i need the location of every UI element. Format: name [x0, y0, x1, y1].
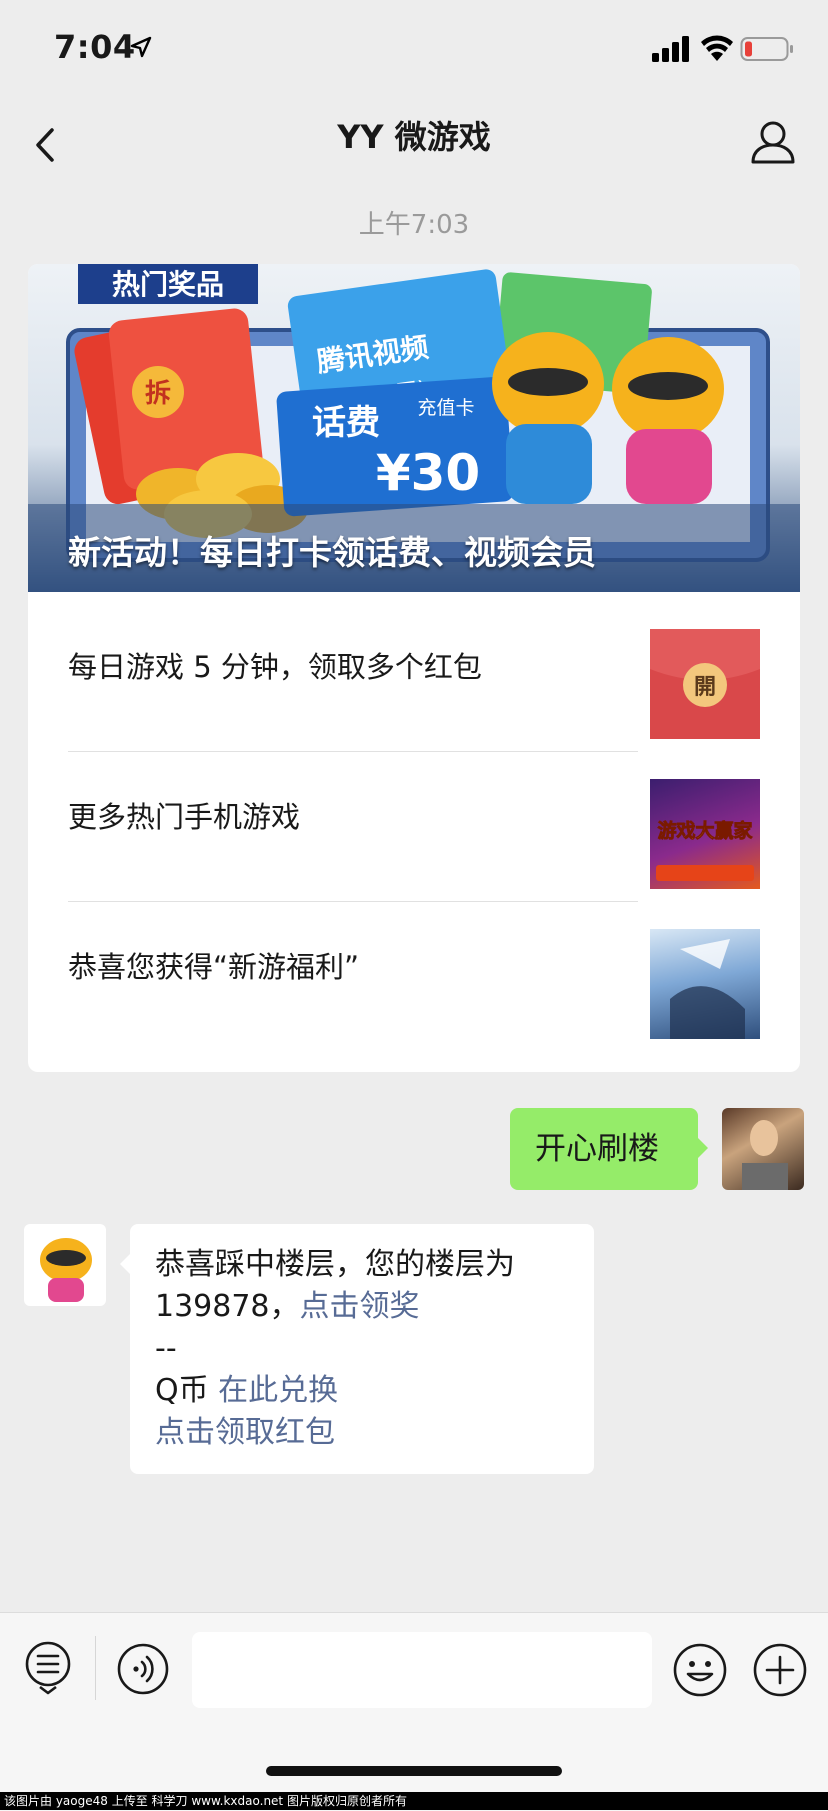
banner-recharge: 充值卡: [417, 397, 474, 419]
article-item-new-game-welfare[interactable]: 恭喜您获得“新游福利”: [28, 892, 800, 1042]
article-item-title: 每日游戏 5 分钟，领取多个红包: [68, 650, 482, 684]
status-time: 7:04: [54, 28, 136, 66]
message-input[interactable]: [192, 1632, 652, 1708]
red-packet-thumbnail: 開: [650, 629, 760, 739]
article-item-title: 恭喜您获得“新游福利”: [68, 950, 360, 984]
menu-list-icon[interactable]: [24, 1640, 72, 1696]
input-bar-divider: [95, 1636, 96, 1700]
banner-hot-prizes: 热门奖品: [112, 268, 224, 301]
article-card[interactable]: 拆 腾讯视频 VIP(7天) 话费 充值卡 ¥30 热门奖品: [28, 264, 800, 1072]
floor-number-text: 139878，: [155, 1289, 300, 1324]
user-avatar[interactable]: [722, 1108, 804, 1190]
game-winner-thumbnail: 游戏大赢家: [650, 779, 760, 889]
red-packet-char: 拆: [145, 379, 171, 409]
game-art-thumbnail: [650, 929, 760, 1039]
claim-red-packet-link[interactable]: 点击领取红包: [155, 1412, 335, 1454]
home-indicator[interactable]: [266, 1766, 562, 1776]
message-line-1: 恭喜踩中楼层，您的楼层为: [155, 1247, 515, 1282]
message-line-3: --: [155, 1331, 177, 1366]
outgoing-message[interactable]: 开心刷楼: [510, 1108, 708, 1190]
outgoing-message-text: 开心刷楼: [535, 1131, 659, 1167]
watermark-text: 该图片由 yaoge48 上传至 科学刀 www.kxdao.net 图片版权归…: [0, 1792, 828, 1810]
location-arrow-icon: [130, 36, 152, 58]
red-packet-open-char: 開: [694, 675, 716, 700]
status-bar: 7:04: [0, 0, 828, 100]
plus-icon[interactable]: [752, 1642, 808, 1698]
redeem-here-link[interactable]: 在此兑换: [218, 1373, 338, 1408]
message-timestamp: 上午7:03: [358, 210, 470, 240]
emoji-icon[interactable]: [672, 1642, 728, 1698]
banner-phone-fee: 话费: [312, 403, 380, 443]
message-line-4: Q币 在此兑换: [155, 1370, 338, 1412]
incoming-message: 恭喜踩中楼层，您的楼层为 139878，点击领奖 -- Q币 在此兑换 点击领取…: [120, 1224, 594, 1474]
article-item-hot-games[interactable]: 更多热门手机游戏 游戏大赢家: [28, 742, 800, 892]
voice-icon[interactable]: [116, 1642, 170, 1696]
banner-amount: ¥30: [376, 444, 480, 502]
article-banner[interactable]: 拆 腾讯视频 VIP(7天) 话费 充值卡 ¥30 热门奖品: [28, 264, 800, 592]
message-line-2: 139878，点击领奖: [155, 1286, 420, 1328]
article-item-red-packet[interactable]: 每日游戏 5 分钟，领取多个红包 開: [28, 592, 800, 742]
banner-caption: 新活动！每日打卡领话费、视频会员: [68, 533, 596, 572]
wifi-icon: [701, 35, 733, 61]
article-item-title: 更多热门手机游戏: [68, 800, 301, 834]
q-coin-text: Q币: [155, 1373, 209, 1408]
official-account-avatar[interactable]: [24, 1224, 106, 1306]
game-thumb-text: 游戏大赢家: [657, 819, 753, 842]
page-title: YY 微游戏: [337, 118, 491, 156]
signal-icon: [652, 36, 689, 62]
claim-prize-link[interactable]: 点击领奖: [300, 1289, 420, 1324]
battery-low-icon: [740, 37, 793, 61]
